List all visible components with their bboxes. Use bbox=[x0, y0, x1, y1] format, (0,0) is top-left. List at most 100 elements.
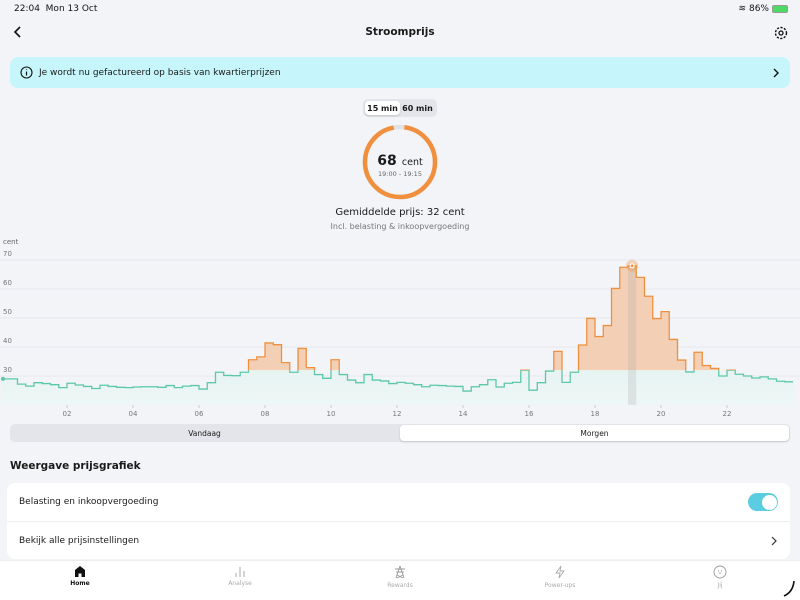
price-point bbox=[166, 383, 174, 389]
toggle-label: Belasting en inkoopvergoeding bbox=[19, 497, 159, 507]
price-point bbox=[67, 380, 75, 386]
price-point bbox=[273, 342, 281, 348]
price-point bbox=[554, 348, 562, 354]
lightning-icon bbox=[555, 565, 565, 579]
price-point bbox=[232, 373, 240, 379]
x-tick-label: 04 bbox=[129, 410, 138, 418]
price-point bbox=[496, 384, 504, 390]
x-tick-label: 08 bbox=[261, 410, 270, 418]
y-tick-label: 30 bbox=[3, 366, 12, 374]
tab-home[interactable]: Home bbox=[0, 561, 160, 600]
price-point bbox=[504, 380, 512, 386]
price-point bbox=[9, 376, 17, 382]
price-chart[interactable]: cent2030405060700204060810121416182022 bbox=[0, 0, 800, 422]
price-point bbox=[150, 384, 158, 390]
price-point bbox=[265, 340, 273, 346]
price-point bbox=[669, 336, 677, 342]
price-point bbox=[372, 377, 380, 383]
start-marker bbox=[1, 376, 5, 381]
tab-label: Rewards bbox=[387, 582, 413, 589]
price-point bbox=[224, 372, 232, 378]
all-price-settings-link[interactable]: Bekijk alle prijsinstellingen bbox=[7, 521, 790, 559]
pencil-stroke-indicator bbox=[783, 580, 795, 597]
price-point bbox=[191, 383, 199, 389]
tab-label: Home bbox=[70, 580, 90, 587]
home-icon bbox=[75, 566, 85, 577]
price-point bbox=[702, 363, 710, 369]
price-point bbox=[348, 377, 356, 383]
price-point bbox=[579, 342, 587, 348]
price-point bbox=[18, 381, 26, 387]
price-point bbox=[51, 382, 59, 388]
price-point bbox=[694, 349, 702, 355]
tab-label: Power-ups bbox=[544, 582, 576, 589]
price-point bbox=[735, 371, 743, 377]
face-icon bbox=[713, 565, 727, 579]
price-point bbox=[645, 293, 653, 299]
price-point bbox=[661, 309, 669, 315]
price-point bbox=[59, 385, 67, 391]
price-point bbox=[389, 381, 397, 387]
price-point bbox=[678, 357, 686, 363]
price-point bbox=[323, 375, 331, 381]
section-title: Weergave prijsgrafiek bbox=[10, 460, 141, 472]
x-tick-label: 02 bbox=[63, 410, 72, 418]
price-point bbox=[42, 381, 50, 387]
price-point bbox=[760, 374, 768, 380]
tab-bar: Home Analyse Rewards Power-ups Jij bbox=[0, 560, 800, 600]
y-tick-label: 40 bbox=[3, 337, 12, 345]
price-point bbox=[587, 315, 595, 321]
tab-vandaag[interactable]: Vandaag bbox=[10, 424, 399, 442]
price-point bbox=[686, 369, 694, 375]
pylon-icon bbox=[395, 565, 405, 579]
x-tick-label: 20 bbox=[657, 410, 666, 418]
tab-label: Jij bbox=[717, 582, 723, 589]
price-point bbox=[430, 382, 438, 388]
price-point bbox=[405, 380, 413, 386]
price-point bbox=[92, 385, 100, 391]
price-point bbox=[488, 377, 496, 383]
price-point bbox=[455, 383, 463, 389]
price-point bbox=[603, 323, 611, 329]
price-point bbox=[306, 365, 314, 371]
price-point bbox=[216, 369, 224, 375]
price-point bbox=[108, 383, 116, 389]
x-tick-label: 12 bbox=[393, 410, 402, 418]
price-point bbox=[719, 373, 727, 379]
price-point bbox=[257, 354, 265, 360]
price-point bbox=[521, 367, 529, 373]
x-tick-label: 06 bbox=[195, 410, 204, 418]
price-point bbox=[331, 357, 339, 363]
price-point bbox=[595, 334, 603, 340]
price-point bbox=[158, 384, 166, 390]
price-point bbox=[422, 384, 430, 390]
tab-rewards[interactable]: Rewards bbox=[320, 561, 480, 600]
price-point bbox=[298, 345, 306, 351]
price-point bbox=[777, 378, 785, 384]
price-point bbox=[513, 379, 521, 385]
tax-toggle[interactable] bbox=[748, 493, 778, 511]
price-point bbox=[381, 378, 389, 384]
price-point bbox=[315, 372, 323, 378]
price-point bbox=[653, 316, 661, 322]
tab-label: Analyse bbox=[228, 580, 252, 587]
selected-point bbox=[630, 264, 634, 268]
chevron-right-icon bbox=[771, 536, 777, 545]
price-point bbox=[84, 383, 92, 389]
price-point bbox=[199, 386, 207, 392]
price-point bbox=[727, 367, 735, 373]
y-tick-label: 70 bbox=[3, 250, 12, 258]
price-point bbox=[125, 385, 133, 391]
tab-power-ups[interactable]: Power-ups bbox=[480, 561, 640, 600]
tab-morgen[interactable]: Morgen bbox=[400, 425, 789, 441]
price-point bbox=[26, 383, 34, 389]
y-axis-label: cent bbox=[3, 238, 19, 246]
price-point bbox=[546, 368, 554, 374]
price-point bbox=[438, 383, 446, 389]
tab-analyse[interactable]: Analyse bbox=[160, 561, 320, 600]
tab-jij[interactable]: Jij bbox=[640, 561, 800, 600]
y-tick-label: 60 bbox=[3, 279, 12, 287]
price-point bbox=[249, 357, 257, 363]
price-point bbox=[562, 379, 570, 385]
x-tick-label: 18 bbox=[591, 410, 600, 418]
